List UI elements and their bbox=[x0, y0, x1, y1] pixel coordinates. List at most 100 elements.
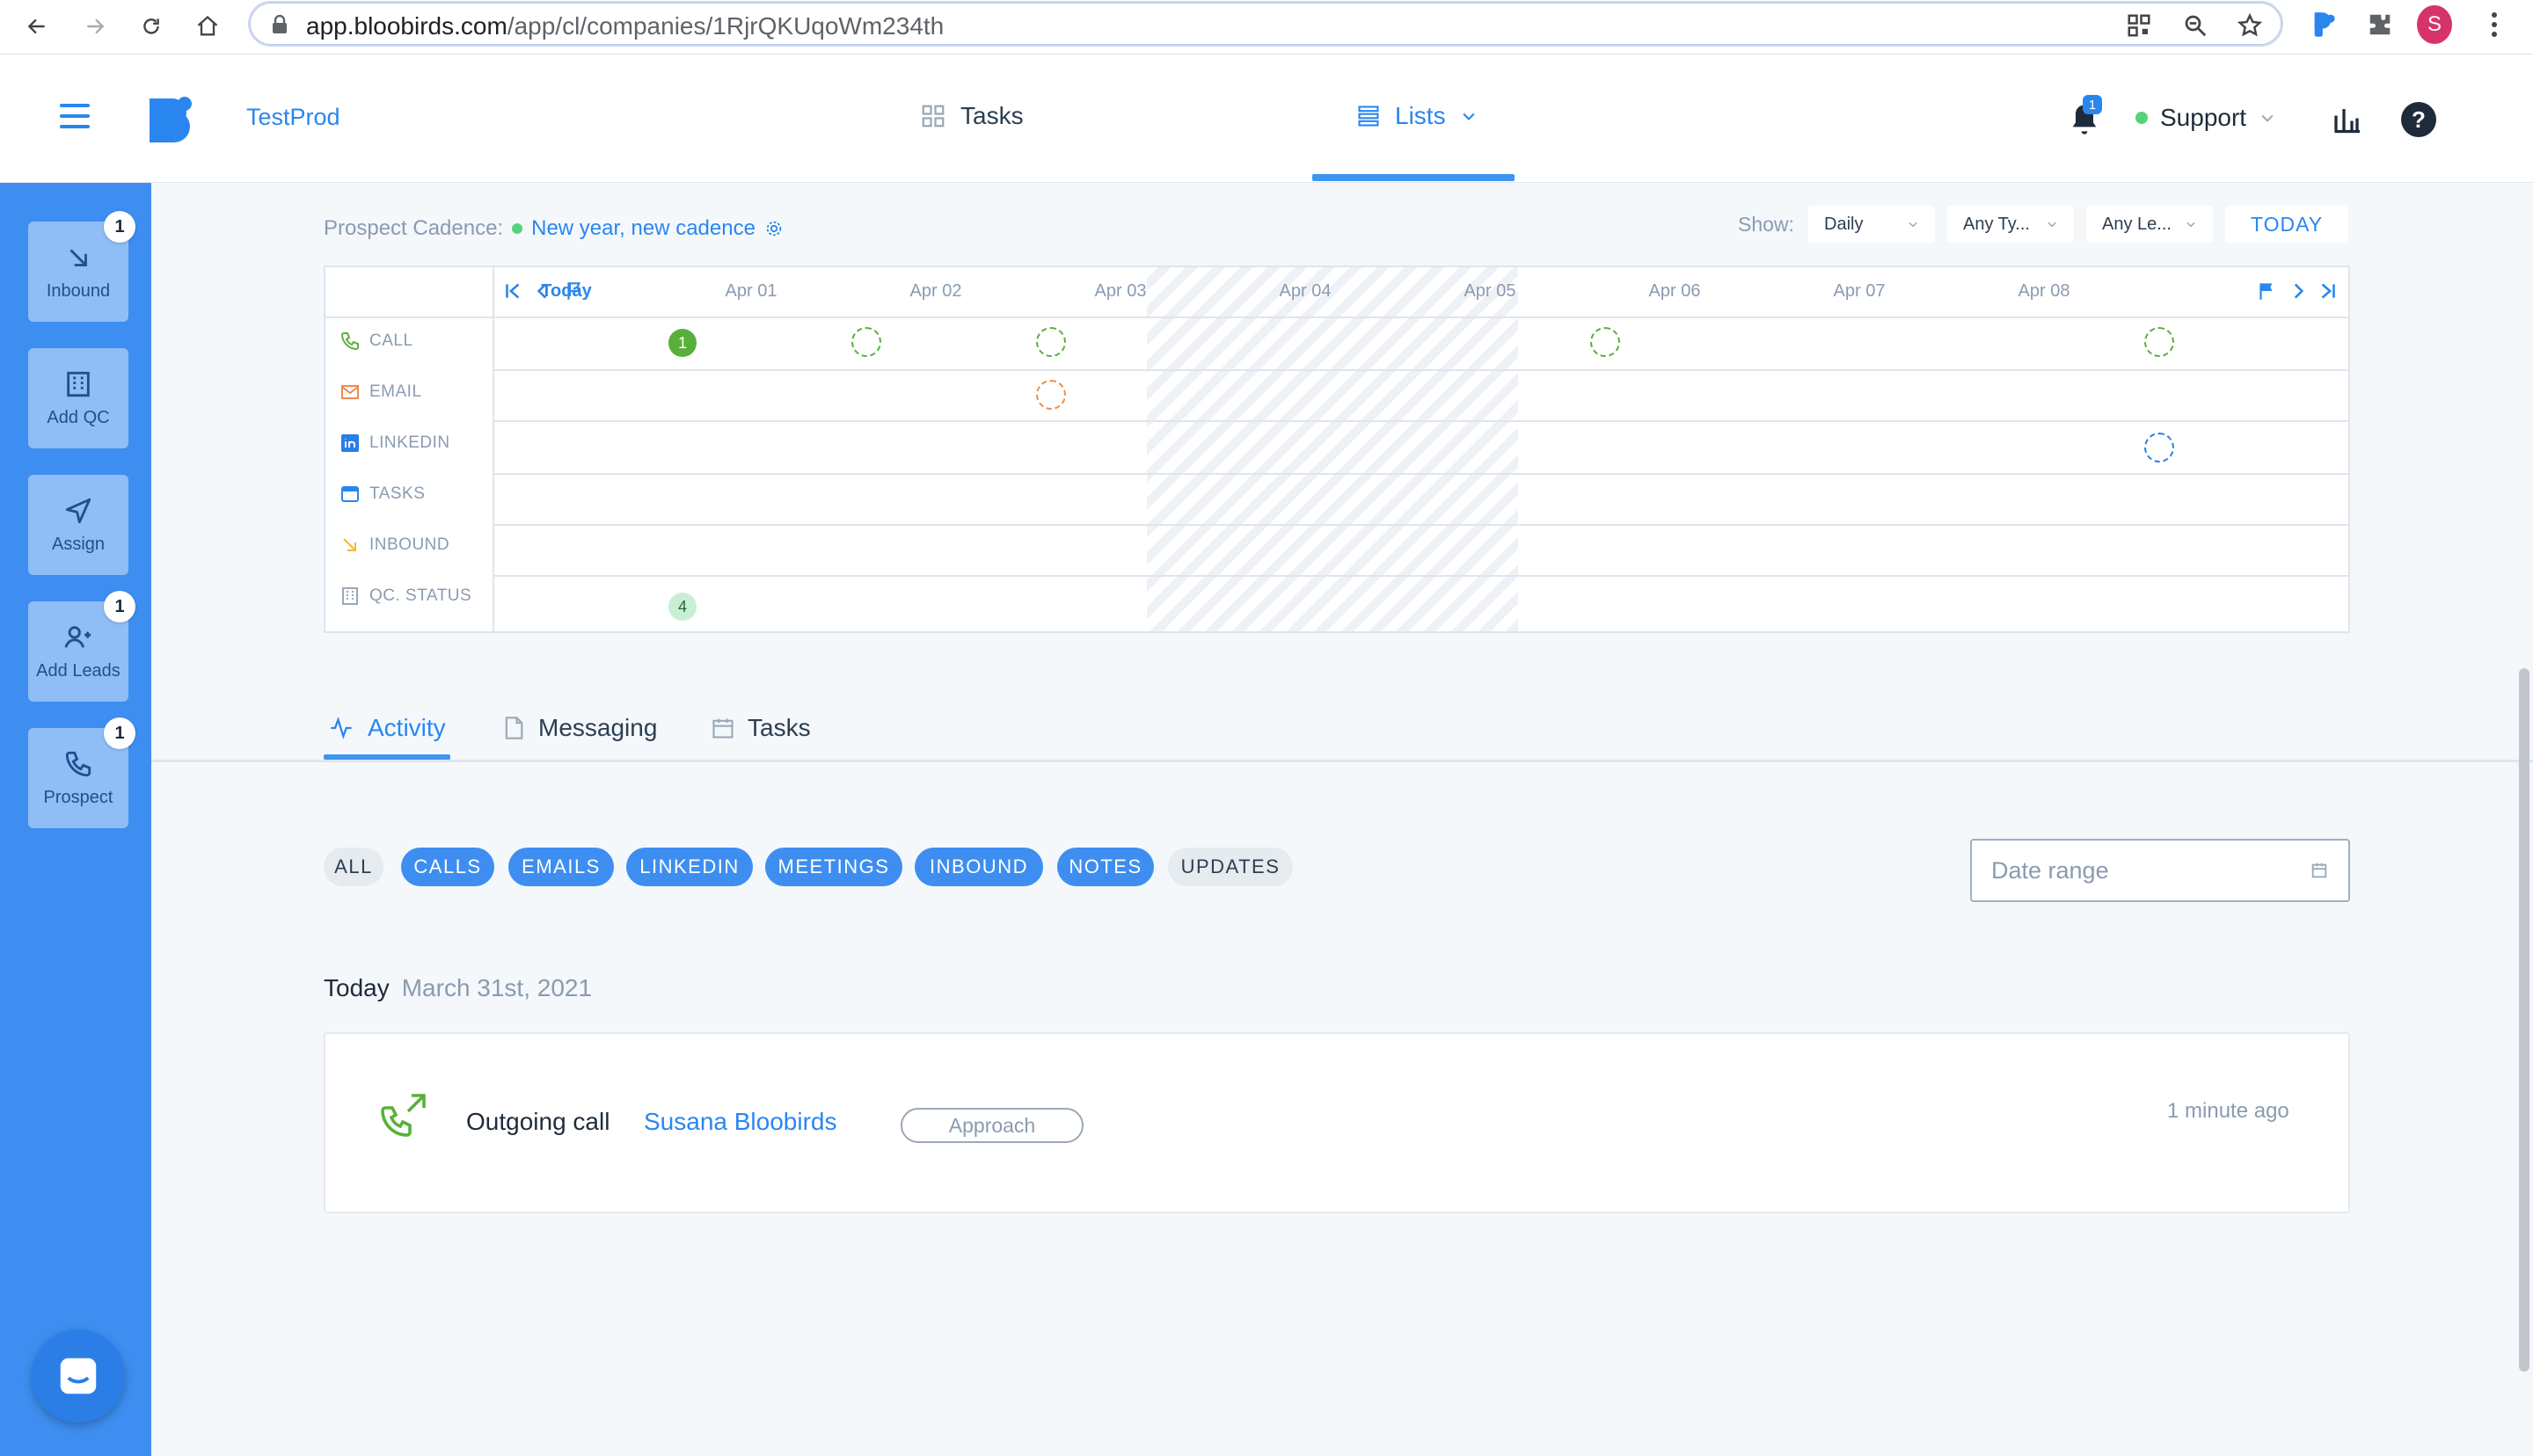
filter-chip-linkedin[interactable]: LINKEDIN bbox=[626, 848, 753, 886]
cadence-grid: Today Apr 01 Apr 02 Apr 03 Apr 04 Apr 05… bbox=[324, 266, 2350, 633]
activity-item[interactable]: Outgoing call Susana Bloobirds Approach … bbox=[324, 1032, 2350, 1213]
activity-pulse-icon bbox=[331, 717, 352, 739]
bloobirds-extension-icon[interactable] bbox=[2306, 7, 2341, 42]
call-scheduled-marker[interactable] bbox=[1590, 327, 1620, 357]
column-header: Apr 01 bbox=[725, 281, 777, 301]
today-button[interactable]: TODAY bbox=[2225, 206, 2348, 243]
email-scheduled-marker[interactable] bbox=[1036, 380, 1066, 410]
sidebar-item-prospect[interactable]: Prospect 1 bbox=[28, 717, 135, 828]
period-select[interactable]: Daily bbox=[1808, 206, 1935, 243]
call-completed-marker[interactable]: 1 bbox=[668, 329, 697, 357]
filter-chip-meetings[interactable]: MEETINGS bbox=[765, 848, 902, 886]
filter-chip-emails[interactable]: EMAILS bbox=[508, 848, 614, 886]
lead-select[interactable]: Any Le... bbox=[2086, 206, 2213, 243]
date-range-input[interactable]: Date range bbox=[1970, 839, 2350, 902]
linkedin-icon bbox=[341, 434, 359, 452]
inbound-arrow-icon bbox=[69, 248, 87, 266]
row-label-text: CALL bbox=[369, 331, 413, 350]
workspace-name[interactable]: TestProd bbox=[246, 104, 340, 131]
filter-chip-notes[interactable]: NOTES bbox=[1057, 848, 1154, 886]
row-label-linkedin: LINKEDIN bbox=[339, 433, 450, 454]
call-scheduled-marker[interactable] bbox=[2144, 327, 2174, 357]
grid-divider bbox=[325, 317, 2348, 318]
activity-contact-link[interactable]: Susana Bloobirds bbox=[644, 1108, 836, 1136]
chevron-down-icon bbox=[1462, 113, 1475, 120]
qc-status-marker[interactable]: 4 bbox=[668, 593, 697, 621]
chevron-down-icon bbox=[1909, 222, 1917, 228]
qr-code-icon[interactable] bbox=[2123, 10, 2155, 41]
prospect-cadence: Prospect Cadence: New year, new cadence bbox=[324, 216, 784, 241]
bloobirds-logo[interactable] bbox=[148, 93, 193, 142]
menu-icon[interactable] bbox=[60, 104, 90, 128]
building-icon bbox=[342, 587, 358, 605]
user-menu[interactable]: Support bbox=[2135, 104, 2276, 132]
add-user-icon bbox=[64, 625, 91, 648]
chevron-down-icon bbox=[2261, 114, 2274, 122]
sidebar-badge: 1 bbox=[104, 591, 135, 622]
column-header: Apr 04 bbox=[1279, 281, 1332, 301]
zoom-icon[interactable] bbox=[2179, 10, 2211, 41]
filter-chip-updates[interactable]: UPDATES bbox=[1168, 848, 1293, 886]
online-status-dot bbox=[2135, 112, 2148, 124]
home-icon[interactable] bbox=[190, 9, 225, 44]
help-icon[interactable]: ? bbox=[2401, 102, 2436, 137]
column-header-today: Today bbox=[541, 281, 592, 301]
profile-avatar[interactable]: S bbox=[2417, 5, 2452, 44]
lock-icon bbox=[273, 15, 287, 33]
sidebar-item-add-qc[interactable]: Add QC bbox=[28, 348, 128, 448]
sidebar-item-label: Add QC bbox=[47, 407, 110, 427]
task-card-icon bbox=[341, 486, 359, 502]
call-scheduled-marker[interactable] bbox=[1036, 327, 1066, 357]
page-scrollbar[interactable] bbox=[2519, 668, 2529, 1372]
browser-toolbar: app.bloobirds.com/app/cl/companies/1RjrQ… bbox=[0, 0, 2533, 55]
tab-activity[interactable]: Activity bbox=[327, 714, 446, 742]
nav-lists[interactable]: Lists bbox=[1356, 102, 1478, 130]
tab-label: Tasks bbox=[748, 714, 811, 741]
bookmark-star-icon[interactable] bbox=[2234, 10, 2266, 41]
bar-chart-icon[interactable] bbox=[2331, 104, 2362, 135]
chevron-down-icon bbox=[2186, 222, 2195, 228]
grid-icon bbox=[922, 105, 945, 127]
cadence-name-link[interactable]: New year, new cadence bbox=[531, 216, 756, 241]
gear-icon[interactable] bbox=[764, 219, 784, 238]
address-bar[interactable]: app.bloobirds.com/app/cl/companies/1RjrQ… bbox=[248, 1, 2283, 47]
back-icon[interactable] bbox=[19, 9, 55, 44]
tab-tasks[interactable]: Tasks bbox=[711, 714, 811, 742]
filter-chip-calls[interactable]: CALLS bbox=[401, 848, 494, 886]
grid-divider bbox=[493, 420, 2348, 422]
sidebar-item-add-leads[interactable]: Add Leads 1 bbox=[28, 591, 135, 702]
sidebar-item-label: Assign bbox=[51, 534, 106, 554]
reload-icon[interactable] bbox=[134, 9, 169, 44]
extensions-puzzle-icon[interactable] bbox=[2362, 7, 2398, 42]
forward-icon[interactable] bbox=[77, 9, 113, 44]
app-header: TestProd Tasks Lists 1 Support ? bbox=[0, 55, 2533, 183]
period-select-value: Daily bbox=[1824, 214, 1864, 234]
sidebar-item-label: Inbound bbox=[46, 280, 111, 301]
feed-day-header: Today March 31st, 2021 bbox=[324, 974, 592, 1002]
filter-chip-all[interactable]: ALL bbox=[324, 848, 383, 886]
column-header: Apr 06 bbox=[1648, 281, 1701, 301]
chat-icon bbox=[60, 1358, 97, 1394]
last-page-icon[interactable] bbox=[2317, 280, 2340, 302]
tab-messaging[interactable]: Messaging bbox=[501, 714, 657, 742]
row-label-text: QC. STATUS bbox=[369, 586, 472, 605]
type-select[interactable]: Any Ty... bbox=[1947, 206, 2074, 243]
sidebar-item-assign[interactable]: Assign bbox=[28, 475, 128, 575]
linkedin-scheduled-marker[interactable] bbox=[2144, 433, 2174, 462]
filter-chip-inbound[interactable]: INBOUND bbox=[915, 848, 1043, 886]
grid-divider bbox=[493, 473, 2348, 475]
nav-tasks[interactable]: Tasks bbox=[920, 102, 1024, 130]
call-scheduled-marker[interactable] bbox=[851, 327, 881, 357]
chevron-right-icon[interactable] bbox=[2287, 280, 2310, 302]
row-label-qc-status: QC. STATUS bbox=[339, 586, 471, 607]
chat-launcher-button[interactable] bbox=[32, 1329, 125, 1423]
row-label-text: LINKEDIN bbox=[369, 433, 450, 452]
flag-icon[interactable] bbox=[2255, 280, 2278, 302]
browser-menu-icon[interactable] bbox=[2477, 7, 2512, 42]
notification-badge: 1 bbox=[2083, 95, 2102, 114]
url-text: app.bloobirds.com/app/cl/companies/1RjrQ… bbox=[306, 12, 945, 40]
inbound-arrow-icon bbox=[343, 538, 356, 551]
show-label: Show: bbox=[1738, 213, 1794, 236]
envelope-icon bbox=[341, 385, 359, 399]
sidebar-item-inbound[interactable]: Inbound 1 bbox=[28, 211, 135, 322]
